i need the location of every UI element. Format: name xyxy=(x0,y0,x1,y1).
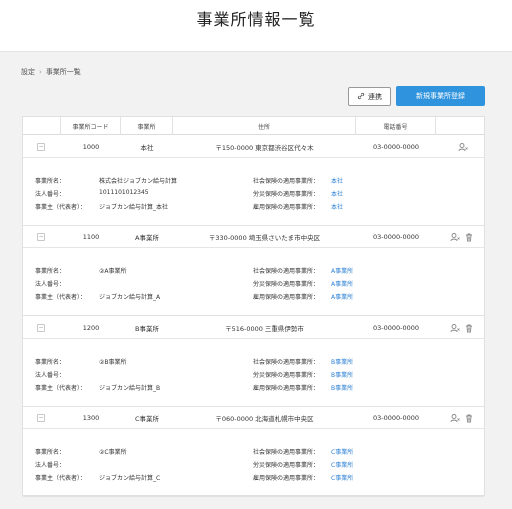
user-settings-icon[interactable] xyxy=(458,142,468,152)
detail-employment-link[interactable]: A事業所 xyxy=(331,292,353,301)
link-button[interactable]: 連携 xyxy=(348,87,391,106)
breadcrumb: 設定 › 事業所一覧 xyxy=(21,67,81,77)
office-phone: 03-0000-0000 xyxy=(372,414,420,422)
detail-social-link[interactable]: B事業所 xyxy=(331,357,353,366)
detail-label-employment: 雇用保険の適用事業所： xyxy=(253,204,320,211)
detail-label-social: 社会保険の適用事業所： xyxy=(253,178,320,185)
detail-label-social: 社会保険の適用事業所： xyxy=(253,359,320,366)
detail-label-corp-number: 法人番号： xyxy=(35,372,66,379)
office-name: 本社 xyxy=(140,144,154,152)
detail-label-labor: 労災保険の適用事業所： xyxy=(253,191,320,198)
detail-office-name: ②B事業所 xyxy=(99,359,127,366)
table-row[interactable]: − 1200 B事業所 〒516-0000 三重県伊勢市 03-0000-0000 xyxy=(23,317,484,339)
breadcrumb-settings-link[interactable]: 設定 xyxy=(21,67,35,77)
detail-label-corp-number: 法人番号： xyxy=(35,462,66,469)
office-table: 事業所コード 事業所 住所 電話番号 − 1000 本社 〒150-0000 東京都渋… xyxy=(22,116,485,497)
office-name: C事業所 xyxy=(134,415,160,423)
page-title: 事業所情報一覧 xyxy=(196,10,316,29)
detail-employment-link[interactable]: 本社 xyxy=(331,202,343,211)
detail-owner: ジョブカン給与計算_C xyxy=(99,475,161,482)
detail-social-link[interactable]: 本社 xyxy=(331,176,343,185)
detail-office-name: 株式会社ジョブカン給与計算 xyxy=(99,178,178,185)
detail-label-employment: 雇用保険の適用事業所： xyxy=(253,475,320,482)
user-settings-icon[interactable] xyxy=(450,232,460,242)
table-row[interactable]: − 1300 C事業所 〒060-0000 北海道札幌市中央区 03-0000-0000 xyxy=(23,407,484,429)
new-office-button[interactable]: 新規事業所登録 xyxy=(396,86,485,106)
office-address: 〒060-0000 北海道札幌市中央区 xyxy=(215,415,314,423)
detail-label-owner: 事業主（代表者）： xyxy=(35,385,87,392)
detail-label-office-name: 事業所名： xyxy=(35,178,66,185)
detail-label-corp-number: 法人番号： xyxy=(35,191,66,198)
detail-social-link[interactable]: A事業所 xyxy=(331,266,353,275)
detail-label-labor: 労災保険の適用事業所： xyxy=(253,281,320,288)
detail-label-employment: 雇用保険の適用事業所： xyxy=(253,294,320,301)
detail-labor-link[interactable]: C事業所 xyxy=(331,460,353,469)
header-phone: 電話番号 xyxy=(356,117,436,135)
office-phone: 03-0000-0000 xyxy=(372,233,420,241)
detail-social-link[interactable]: C事業所 xyxy=(331,447,353,456)
breadcrumb-separator: › xyxy=(39,68,42,76)
collapse-icon[interactable]: − xyxy=(37,324,45,332)
detail-label-office-name: 事業所名： xyxy=(35,268,66,275)
breadcrumb-current: 事業所一覧 xyxy=(45,68,81,76)
office-code: 1000 xyxy=(82,143,100,151)
office-phone: 03-0000-0000 xyxy=(372,143,420,151)
collapse-icon[interactable]: − xyxy=(37,414,45,422)
detail-owner: ジョブカン給与計算_本社 xyxy=(99,204,169,211)
office-address: 〒150-0000 東京都渋谷区代々木 xyxy=(215,144,314,152)
header-code: 事業所コード xyxy=(61,117,121,135)
link-icon xyxy=(357,92,365,102)
detail-label-social: 社会保険の適用事業所： xyxy=(253,449,320,456)
detail-employment-link[interactable]: B事業所 xyxy=(331,383,353,392)
detail-label-office-name: 事業所名： xyxy=(35,449,66,456)
office-code: 1100 xyxy=(82,233,100,241)
office-detail: 事業所名： 法人番号： 事業主（代表者）： ②C事業所ジョブカン給与計算_C 社会保険の… xyxy=(23,429,484,497)
trash-icon[interactable] xyxy=(464,232,474,242)
detail-owner: ジョブカン給与計算_A xyxy=(99,294,161,301)
trash-icon[interactable] xyxy=(464,323,474,333)
detail-label-labor: 労災保険の適用事業所： xyxy=(253,372,320,379)
page-header: 事業所情報一覧 xyxy=(0,0,512,52)
detail-label-owner: 事業主（代表者）： xyxy=(35,475,87,482)
detail-label-employment: 雇用保険の適用事業所： xyxy=(253,385,320,392)
detail-label-owner: 事業主（代表者）： xyxy=(35,204,87,211)
table-header: 事業所コード 事業所 住所 電話番号 xyxy=(23,117,484,135)
office-address: 〒516-0000 三重県伊勢市 xyxy=(225,325,304,333)
detail-labor-link[interactable]: A事業所 xyxy=(331,279,353,288)
detail-labor-link[interactable]: B事業所 xyxy=(331,370,353,379)
detail-label-social: 社会保険の適用事業所： xyxy=(253,268,320,275)
header-address: 住所 xyxy=(173,117,356,135)
detail-office-name: ②C事業所 xyxy=(99,449,127,456)
detail-label-corp-number: 法人番号： xyxy=(35,281,66,288)
office-detail: 事業所名： 法人番号： 事業主（代表者）： ②A事業所ジョブカン給与計算_A 社会保険の… xyxy=(23,248,484,316)
table-row[interactable]: − 1000 本社 〒150-0000 東京都渋谷区代々木 03-0000-0000 xyxy=(23,136,484,158)
office-name: A事業所 xyxy=(135,234,159,242)
detail-label-labor: 労災保険の適用事業所： xyxy=(253,462,320,469)
office-phone: 03-0000-0000 xyxy=(372,324,420,332)
detail-employment-link[interactable]: C事業所 xyxy=(331,473,353,482)
detail-label-owner: 事業主（代表者）： xyxy=(35,294,87,301)
office-code: 1300 xyxy=(82,414,100,422)
office-name: B事業所 xyxy=(135,325,159,333)
trash-icon[interactable] xyxy=(464,413,474,423)
header-office: 事業所 xyxy=(121,117,173,135)
office-detail: 事業所名： 法人番号： 事業主（代表者）： 株式会社ジョブカン給与計算 10111010… xyxy=(23,158,484,226)
collapse-icon[interactable]: − xyxy=(37,233,45,241)
detail-owner: ジョブカン給与計算_B xyxy=(99,385,161,392)
office-address: 〒330-0000 埼玉県さいたま市中央区 xyxy=(208,234,321,242)
detail-office-name: ②A事業所 xyxy=(99,268,127,275)
user-settings-icon[interactable] xyxy=(450,323,460,333)
office-code: 1200 xyxy=(82,324,100,332)
detail-labor-link[interactable]: 本社 xyxy=(331,189,343,198)
user-settings-icon[interactable] xyxy=(450,413,460,423)
detail-label-office-name: 事業所名： xyxy=(35,359,66,366)
header-toggle-col xyxy=(23,117,61,135)
detail-corp-number: 1011101012345 xyxy=(99,189,149,196)
header-actions xyxy=(436,117,484,135)
office-detail: 事業所名： 法人番号： 事業主（代表者）： ②B事業所ジョブカン給与計算_B 社会保険の… xyxy=(23,339,484,407)
collapse-icon[interactable]: − xyxy=(37,143,45,151)
table-row[interactable]: − 1100 A事業所 〒330-0000 埼玉県さいたま市中央区 03-0000-00… xyxy=(23,226,484,248)
link-button-label: 連携 xyxy=(368,92,382,101)
